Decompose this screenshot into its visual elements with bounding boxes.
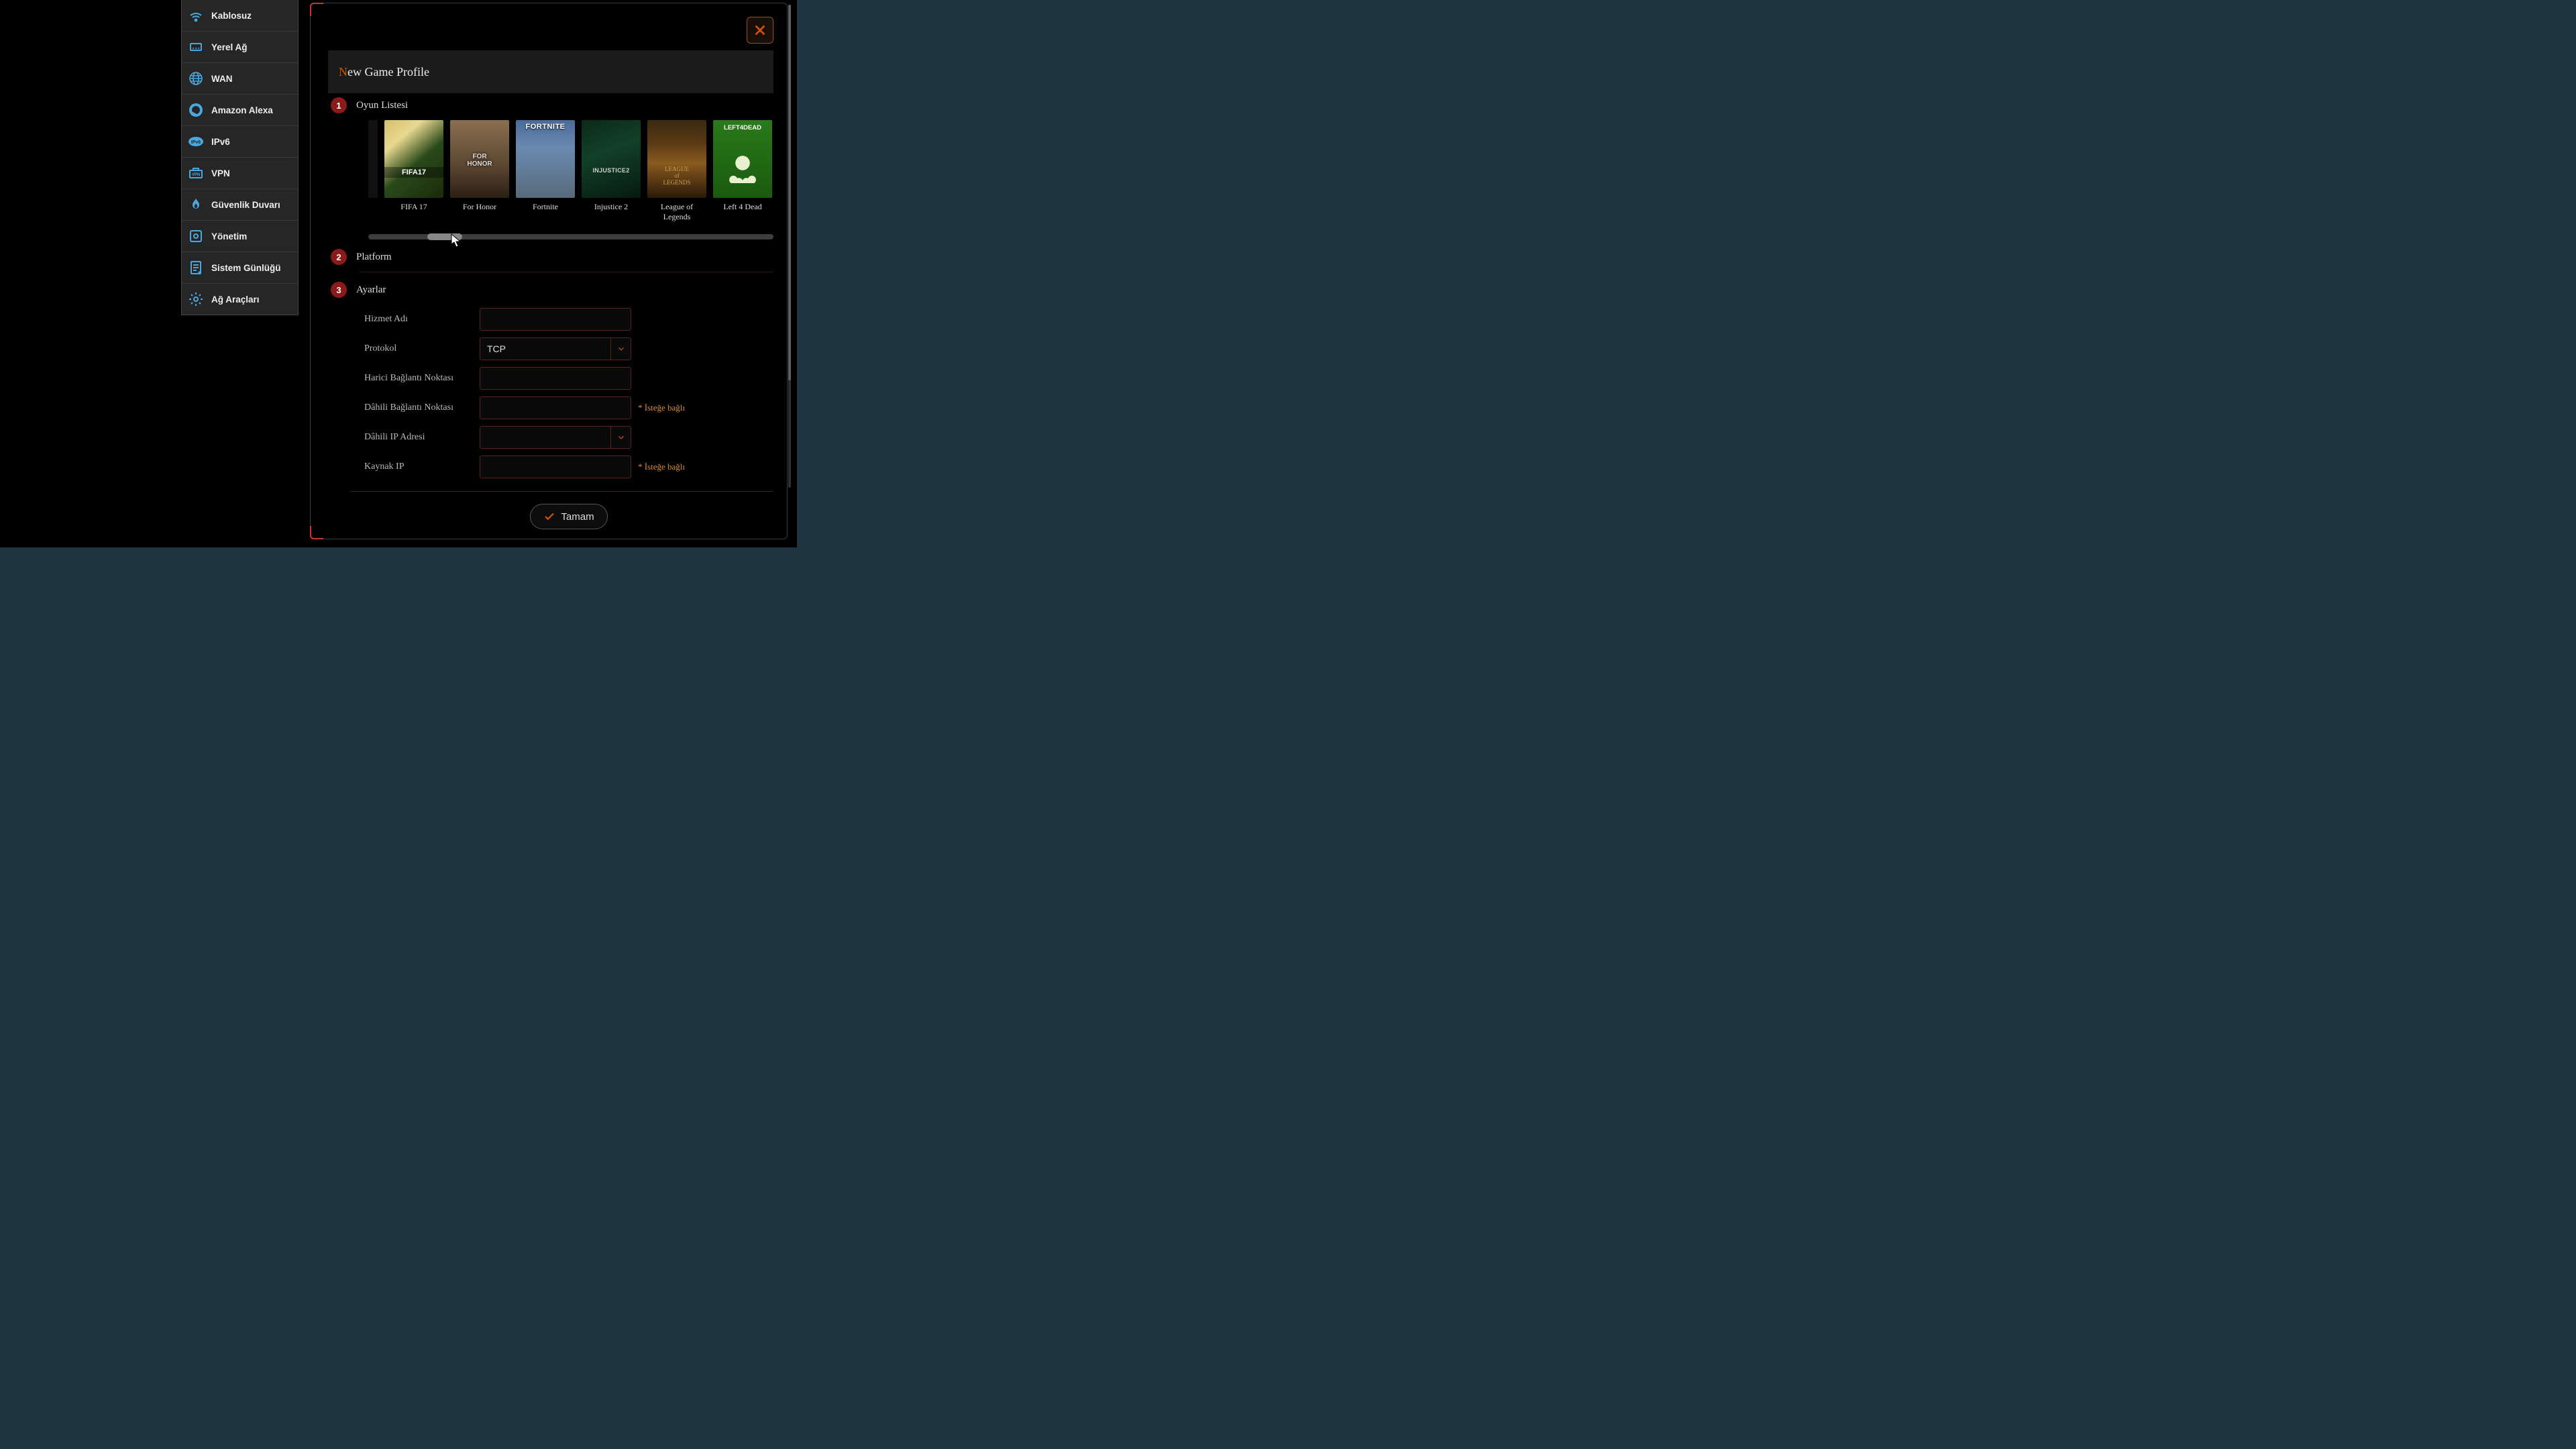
ok-label: Tamam (561, 511, 594, 523)
step-badge: 1 (331, 97, 347, 113)
optional-hint: * İsteğe bağlı (638, 462, 685, 472)
game-card-injustice2[interactable]: Injustice 2 (582, 120, 641, 222)
int-port-input[interactable] (480, 396, 631, 419)
sidebar-item-lan[interactable]: Yerel Ağ (182, 32, 298, 63)
service-name-label: Hizmet Adı (364, 314, 480, 325)
sidebar-item-label: VPN (211, 168, 230, 178)
step-2-header: 2 Platform (331, 249, 773, 265)
step-label: Ayarlar (356, 284, 386, 296)
modal-title: New Game Profile (328, 50, 773, 93)
sidebar-item-ipv6[interactable]: IPv6 IPv6 (182, 126, 298, 158)
vpn-icon: VPN (187, 164, 205, 182)
chevron-down-icon (610, 338, 631, 360)
step-label: Oyun Listesi (356, 100, 408, 111)
gear-icon (187, 290, 205, 308)
game-name: Fortnite (516, 202, 575, 212)
sidebar-item-label: Güvenlik Duvarı (211, 200, 280, 210)
step-badge: 2 (331, 249, 347, 265)
sidebar-item-label: Amazon Alexa (211, 105, 273, 115)
lan-icon (187, 38, 205, 56)
close-button[interactable] (747, 17, 773, 44)
game-art (713, 120, 772, 198)
game-name: FIFA 17 (384, 202, 443, 212)
sidebar-item-vpn[interactable]: VPN VPN (182, 158, 298, 189)
new-game-profile-modal: New Game Profile 1 Oyun Listesi FIFA 17 … (310, 3, 788, 539)
sidebar-item-firewall[interactable]: Güvenlik Duvarı (182, 189, 298, 221)
sidebar-item-label: Kablosuz (211, 11, 252, 21)
game-art (647, 120, 706, 198)
protocol-value: TCP (487, 343, 506, 354)
modal-scrollbar[interactable] (788, 5, 791, 488)
ok-button[interactable]: Tamam (530, 504, 608, 529)
globe-icon (187, 70, 205, 87)
carousel-scrollbar[interactable] (368, 234, 773, 239)
step-1-header: 1 Oyun Listesi (331, 97, 773, 113)
game-card-l4d[interactable]: Left 4 Dead (713, 120, 772, 222)
sidebar: Kablosuz Yerel Ağ WAN Amazon Alexa IPv6 … (181, 0, 299, 315)
sidebar-item-alexa[interactable]: Amazon Alexa (182, 95, 298, 126)
sidebar-item-label: Ağ Araçları (211, 294, 260, 305)
sidebar-item-label: WAN (211, 74, 233, 84)
game-name: Injustice 2 (582, 202, 641, 212)
game-art (516, 120, 575, 198)
game-carousel: FIFA 17 For Honor Fortnite Injustice 2 L… (368, 120, 773, 222)
sidebar-item-nettools[interactable]: Ağ Araçları (182, 284, 298, 315)
game-card-lol[interactable]: League of Legends (647, 120, 706, 222)
alexa-icon (187, 101, 205, 119)
log-icon (187, 259, 205, 276)
sidebar-item-label: Sistem Günlüğü (211, 263, 281, 273)
firewall-icon (187, 196, 205, 213)
admin-icon (187, 227, 205, 245)
game-name: For Honor (450, 202, 509, 212)
check-icon (543, 511, 555, 523)
game-art (384, 120, 443, 198)
game-name: League of Legends (647, 202, 706, 222)
ext-port-label: Harici Bağlantı Noktası (364, 373, 480, 384)
game-art (582, 120, 641, 198)
game-name: Left 4 Dead (713, 202, 772, 212)
game-art (450, 120, 509, 198)
service-name-input[interactable] (480, 308, 631, 331)
sidebar-item-wireless[interactable]: Kablosuz (182, 0, 298, 32)
ipv6-icon: IPv6 (187, 133, 205, 150)
settings-form: Hizmet Adı Protokol TCP Harici Bağlantı … (364, 305, 773, 529)
close-icon (753, 23, 767, 38)
int-ip-label: Dâhili IP Adresi (364, 432, 480, 443)
chevron-down-icon (610, 427, 631, 448)
sidebar-item-label: Yönetim (211, 231, 247, 241)
int-port-label: Dâhili Bağlantı Noktası (364, 402, 480, 413)
ext-port-input[interactable] (480, 367, 631, 390)
svg-text:VPN: VPN (192, 173, 200, 177)
src-ip-label: Kaynak IP (364, 462, 480, 472)
game-card-fifa17[interactable]: FIFA 17 (384, 120, 443, 222)
game-card-prev-sliver[interactable] (368, 120, 378, 222)
protocol-select[interactable]: TCP (480, 337, 631, 360)
carousel-scroll-thumb[interactable] (427, 233, 462, 240)
game-card-fortnite[interactable]: Fortnite (516, 120, 575, 222)
src-ip-input[interactable] (480, 455, 631, 478)
step-label: Platform (356, 252, 392, 263)
svg-text:IPv6: IPv6 (191, 140, 201, 145)
step-badge: 3 (331, 282, 347, 298)
sidebar-item-label: IPv6 (211, 137, 230, 147)
wifi-icon (187, 7, 205, 24)
int-ip-select[interactable] (480, 426, 631, 449)
game-card-forhonor[interactable]: For Honor (450, 120, 509, 222)
sidebar-item-label: Yerel Ağ (211, 42, 248, 52)
optional-hint: * İsteğe bağlı (638, 402, 685, 413)
sidebar-item-syslog[interactable]: Sistem Günlüğü (182, 252, 298, 284)
sidebar-item-wan[interactable]: WAN (182, 63, 298, 95)
sidebar-item-admin[interactable]: Yönetim (182, 221, 298, 252)
protocol-label: Protokol (364, 343, 480, 354)
step-3-header: 3 Ayarlar (331, 282, 773, 298)
